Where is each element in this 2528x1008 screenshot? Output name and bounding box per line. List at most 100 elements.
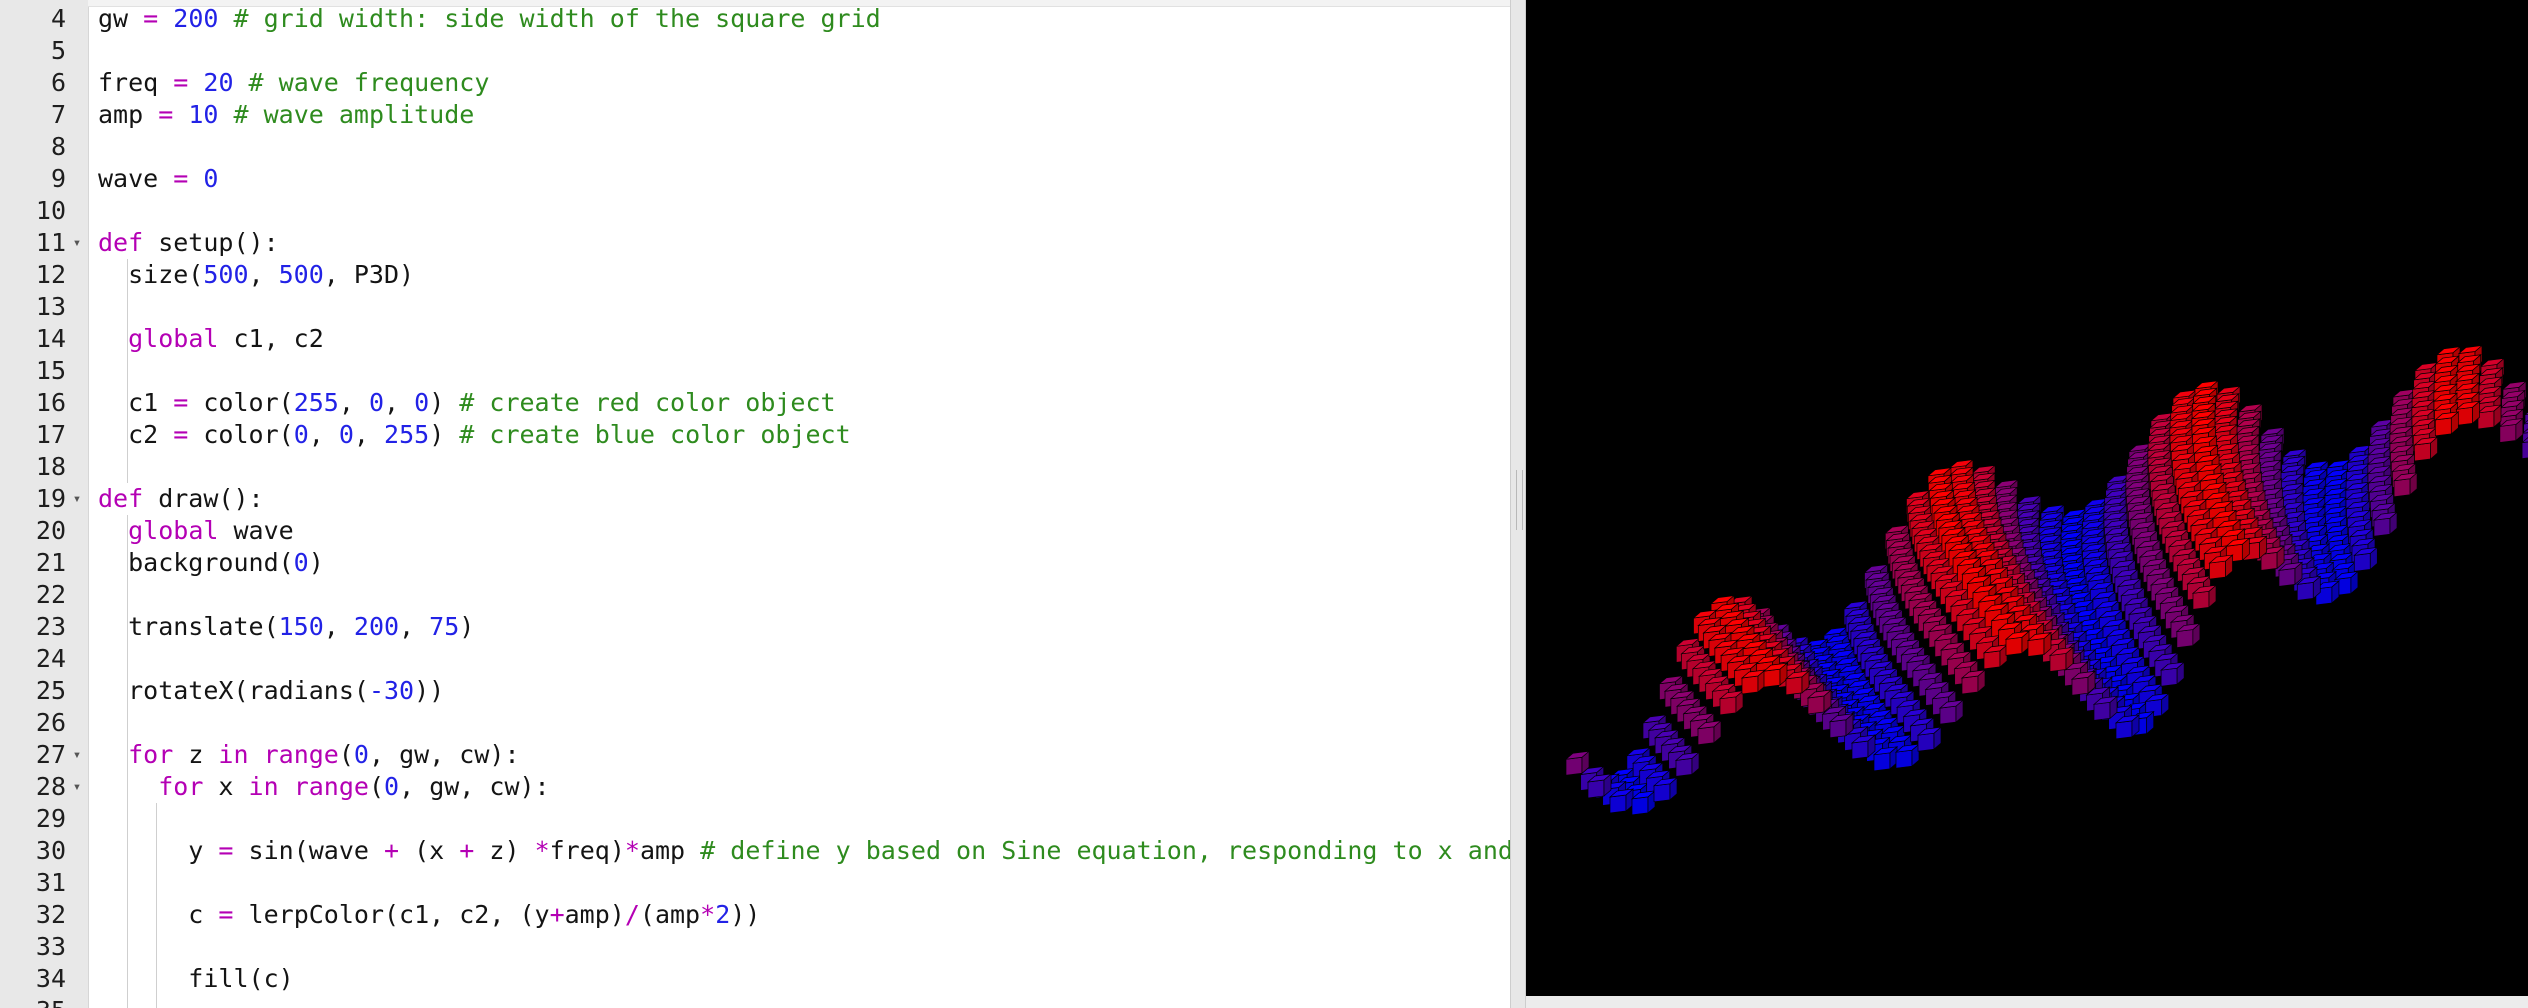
pane-splitter[interactable] bbox=[1510, 0, 1526, 1008]
code-token: , bbox=[338, 388, 369, 417]
code-text[interactable]: wave = 0 bbox=[98, 163, 218, 195]
code-text[interactable]: freq = 20 # wave frequency bbox=[98, 67, 489, 99]
code-text[interactable]: for x in range(0, gw, cw): bbox=[98, 771, 550, 803]
code-text[interactable]: global c1, c2 bbox=[98, 323, 324, 355]
code-text[interactable]: c1 = color(255, 0, 0) # create red color… bbox=[98, 387, 836, 419]
code-editor[interactable]: 4 gw = 200 # grid width: side width of th… bbox=[0, 0, 1510, 1008]
code-line[interactable]: 23 translate(150, 200, 75) bbox=[0, 611, 1510, 643]
code-text[interactable]: amp = 10 # wave amplitude bbox=[98, 99, 474, 131]
code-token: # create blue color object bbox=[459, 420, 851, 449]
code-line[interactable]: 19 ▾ def draw(): bbox=[0, 483, 1510, 515]
code-line[interactable]: 32 c = lerpColor(c1, c2, (y+amp)/(amp*2)… bbox=[0, 899, 1510, 931]
code-token: , bbox=[308, 420, 339, 449]
indent-guide bbox=[127, 515, 128, 1008]
code-token: # wave frequency bbox=[233, 68, 490, 97]
code-line[interactable]: 24 bbox=[0, 643, 1510, 675]
code-text[interactable]: rotateX(radians(-30)) bbox=[98, 675, 444, 707]
code-line[interactable]: 26 bbox=[0, 707, 1510, 739]
code-line[interactable]: 35 bbox=[0, 995, 1510, 1008]
code-line[interactable]: 17 c2 = color(0, 0, 255) # create blue c… bbox=[0, 419, 1510, 451]
fold-toggle-icon[interactable]: ▾ bbox=[70, 739, 84, 771]
line-number: 16 bbox=[35, 388, 66, 417]
code-line[interactable]: 21 background(0) bbox=[0, 547, 1510, 579]
code-line[interactable]: 30 y = sin(wave + (x + z) *freq)*amp # d… bbox=[0, 835, 1510, 867]
code-line[interactable]: 31 bbox=[0, 867, 1510, 899]
code-line[interactable]: 15 bbox=[0, 355, 1510, 387]
code-text[interactable]: size(500, 500, P3D) bbox=[98, 259, 414, 291]
code-line[interactable]: 33 bbox=[0, 931, 1510, 963]
fold-toggle-icon[interactable]: ▾ bbox=[70, 227, 84, 259]
code-line[interactable]: 12 size(500, 500, P3D) bbox=[0, 259, 1510, 291]
code-line[interactable]: 13 bbox=[0, 291, 1510, 323]
wave-grid-render bbox=[1564, 344, 2528, 816]
code-text[interactable]: def setup(): bbox=[98, 227, 279, 259]
code-line[interactable]: 5 bbox=[0, 35, 1510, 67]
code-line[interactable]: 34 fill(c) bbox=[0, 963, 1510, 995]
code-token: z) bbox=[474, 836, 535, 865]
code-line[interactable]: 16 c1 = color(255, 0, 0) # create red co… bbox=[0, 387, 1510, 419]
code-token: ) bbox=[459, 612, 475, 641]
code-token: # define y based on Sine equation, respo… bbox=[700, 836, 1510, 865]
code-token: + bbox=[459, 836, 475, 865]
code-token: (amp bbox=[639, 900, 701, 929]
code-line[interactable]: 27 ▾ for z in range(0, gw, cw): bbox=[0, 739, 1510, 771]
code-token: )) bbox=[730, 900, 761, 929]
code-line[interactable]: 14 global c1, c2 bbox=[0, 323, 1510, 355]
code-token: = bbox=[173, 68, 189, 97]
code-token: in bbox=[218, 740, 249, 769]
code-token: ( bbox=[338, 740, 354, 769]
code-line[interactable]: 11 ▾ def setup(): bbox=[0, 227, 1510, 259]
line-number: 22 bbox=[35, 580, 66, 609]
code-token: 0 bbox=[353, 740, 369, 769]
code-text[interactable]: def draw(): bbox=[98, 483, 264, 515]
line-number: 32 bbox=[35, 900, 66, 929]
code-line[interactable]: 29 bbox=[0, 803, 1510, 835]
fold-toggle-icon[interactable]: ▾ bbox=[70, 483, 84, 515]
code-line[interactable]: 18 bbox=[0, 451, 1510, 483]
code-token: , gw, cw): bbox=[368, 740, 520, 769]
code-token: c1 bbox=[98, 388, 174, 417]
code-token: wave bbox=[218, 516, 294, 545]
line-number: 25 bbox=[35, 676, 66, 705]
line-number: 23 bbox=[35, 612, 66, 641]
code-token: color( bbox=[188, 388, 294, 417]
code-text[interactable]: for z in range(0, gw, cw): bbox=[98, 739, 520, 771]
code-token: freq) bbox=[549, 836, 625, 865]
code-line[interactable]: 9 wave = 0 bbox=[0, 163, 1510, 195]
code-token: -30 bbox=[368, 676, 415, 705]
fold-toggle-icon[interactable]: ▾ bbox=[70, 771, 84, 803]
code-line[interactable]: 25 rotateX(radians(-30)) bbox=[0, 675, 1510, 707]
code-line[interactable]: 6 freq = 20 # wave frequency bbox=[0, 67, 1510, 99]
code-text[interactable]: c = lerpColor(c1, c2, (y+amp)/(amp*2)) bbox=[98, 899, 760, 931]
code-line[interactable]: 7 amp = 10 # wave amplitude bbox=[0, 99, 1510, 131]
code-token: in bbox=[248, 772, 279, 801]
line-number: 8 bbox=[50, 132, 66, 161]
code-text[interactable]: background(0) bbox=[98, 547, 324, 579]
code-line[interactable]: 10 bbox=[0, 195, 1510, 227]
code-line[interactable]: 20 global wave bbox=[0, 515, 1510, 547]
code-token: 10 bbox=[188, 100, 219, 129]
code-token: 0 bbox=[203, 164, 219, 193]
code-text[interactable]: gw = 200 # grid width: side width of the… bbox=[98, 3, 881, 35]
code-line[interactable]: 22 bbox=[0, 579, 1510, 611]
code-text[interactable]: y = sin(wave + (x + z) *freq)*amp # defi… bbox=[98, 835, 1510, 867]
code-token: 0 bbox=[338, 420, 354, 449]
code-text[interactable]: translate(150, 200, 75) bbox=[98, 611, 474, 643]
code-text[interactable]: c2 = color(0, 0, 255) # create blue colo… bbox=[98, 419, 851, 451]
code-line[interactable]: 4 gw = 200 # grid width: side width of th… bbox=[0, 3, 1510, 35]
code-token: 0 bbox=[293, 420, 309, 449]
line-number: 13 bbox=[35, 292, 66, 321]
code-line[interactable]: 8 bbox=[0, 131, 1510, 163]
code-token: 500 bbox=[203, 260, 249, 289]
code-token: = bbox=[173, 420, 189, 449]
splitter-grip-icon[interactable] bbox=[1516, 470, 1523, 530]
code-token: (x bbox=[399, 836, 460, 865]
code-token: 255 bbox=[384, 420, 430, 449]
line-number: 20 bbox=[35, 516, 66, 545]
code-token: / bbox=[624, 900, 640, 929]
code-line[interactable]: 28 ▾ for x in range(0, gw, cw): bbox=[0, 771, 1510, 803]
code-token: , gw, cw): bbox=[399, 772, 550, 801]
